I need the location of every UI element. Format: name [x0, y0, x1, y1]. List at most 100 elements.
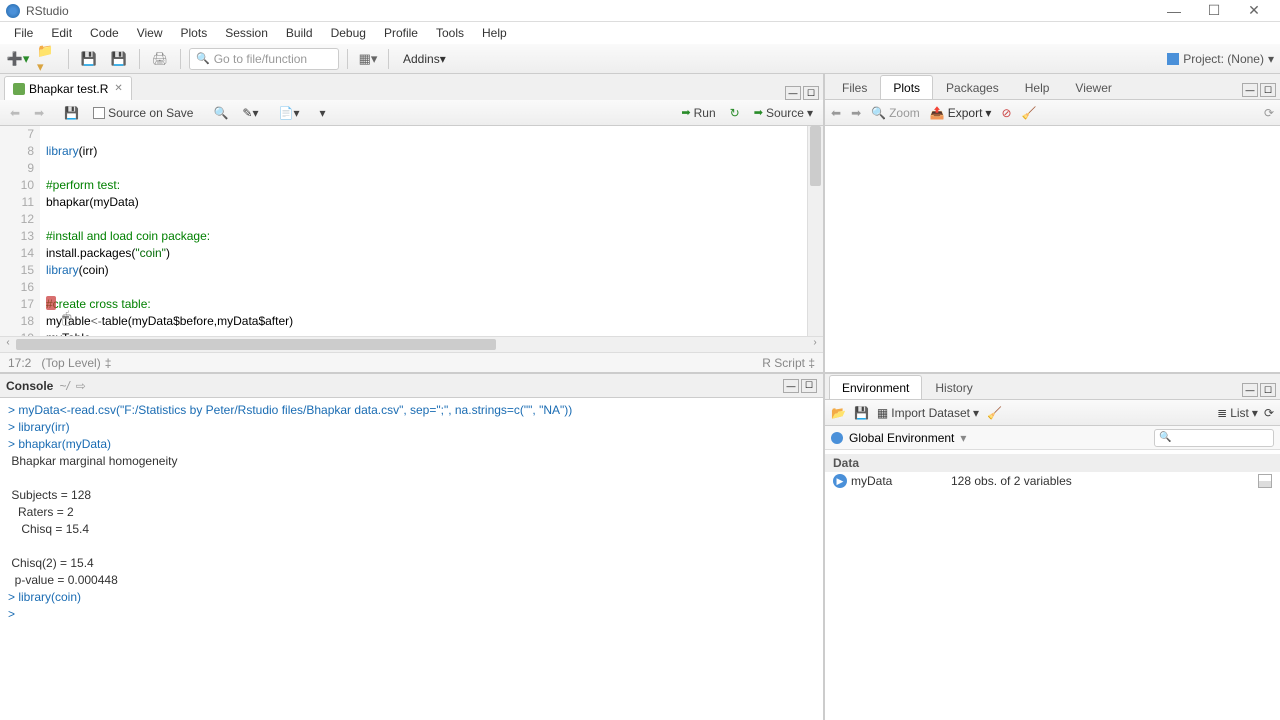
open-folder-button[interactable]: 📁▾: [36, 48, 60, 70]
vertical-scrollbar[interactable]: [807, 126, 823, 336]
remove-plot-button[interactable]: ⊘: [1001, 106, 1011, 120]
menu-plots[interactable]: Plots: [173, 24, 216, 42]
env-row[interactable]: ▶ myData 128 obs. of 2 variables: [825, 472, 1280, 490]
maximize-pane-icon[interactable]: ☐: [1260, 383, 1276, 397]
save-all-button[interactable]: 💾: [107, 48, 131, 70]
menubar: File Edit Code View Plots Session Build …: [0, 22, 1280, 44]
menu-debug[interactable]: Debug: [323, 24, 374, 42]
tab-plots[interactable]: Plots: [880, 75, 933, 99]
tab-environment[interactable]: Environment: [829, 375, 922, 399]
app-title: RStudio: [26, 4, 1154, 18]
console-title: Console: [6, 379, 53, 393]
minimize-pane-icon[interactable]: —: [783, 379, 799, 393]
menu-profile[interactable]: Profile: [376, 24, 426, 42]
minimize-pane-icon[interactable]: —: [1242, 83, 1258, 97]
left-column: Bhapkar test.R ✕ — ☐ ⬅ ➡ 💾 Source on Sav…: [0, 74, 825, 720]
expand-icon[interactable]: ▶: [833, 474, 847, 488]
menu-edit[interactable]: Edit: [43, 24, 80, 42]
rstudio-logo-icon: [6, 4, 20, 18]
main-area: Bhapkar test.R ✕ — ☐ ⬅ ➡ 💾 Source on Sav…: [0, 74, 1280, 720]
cursor-icon: [46, 296, 56, 310]
clear-plots-button[interactable]: 🧹: [1022, 106, 1037, 120]
scroll-thumb[interactable]: [16, 339, 496, 350]
new-file-button[interactable]: ➕▾: [6, 48, 30, 70]
separator: [388, 49, 389, 69]
code-area[interactable]: library(irr) #perform test: bhapkar(myDa…: [40, 126, 807, 336]
scroll-right-icon[interactable]: ›: [807, 337, 823, 352]
import-dataset-button[interactable]: ▦ Import Dataset ▾: [877, 406, 979, 420]
scroll-left-icon[interactable]: ‹: [0, 337, 16, 352]
source-status-bar: 17:2 (Top Level) ‡ R Script ‡: [0, 352, 823, 372]
menu-file[interactable]: File: [6, 24, 41, 42]
scope-selector[interactable]: (Top Level) ‡: [41, 356, 111, 370]
cwd-arrow-icon[interactable]: ⇨: [76, 379, 86, 393]
menu-session[interactable]: Session: [217, 24, 276, 42]
source-tab[interactable]: Bhapkar test.R ✕: [4, 76, 132, 100]
save-env-button[interactable]: 💾: [854, 406, 869, 420]
run-button[interactable]: ➡Run: [677, 104, 719, 122]
maximize-pane-icon[interactable]: ☐: [801, 379, 817, 393]
console-pane: Console ~/ ⇨ — ☐ > myData<-read.csv("F:/…: [0, 374, 823, 720]
language-selector[interactable]: R Script ‡: [762, 356, 815, 370]
source-button[interactable]: ➡Source ▾: [750, 104, 817, 122]
separator: [68, 49, 69, 69]
plot-next-button[interactable]: ➡: [851, 106, 861, 120]
right-column: Files Plots Packages Help Viewer — ☐ ⬅ ➡…: [825, 74, 1280, 720]
save-button[interactable]: 💾: [77, 48, 101, 70]
plots-pane: Files Plots Packages Help Viewer — ☐ ⬅ ➡…: [825, 74, 1280, 374]
source-toolbar: ⬅ ➡ 💾 Source on Save 🔍 ✎▾ 📄▾ ▾ ➡Run ↻: [0, 100, 823, 126]
maximize-pane-icon[interactable]: ☐: [1260, 83, 1276, 97]
minimize-button[interactable]: —: [1154, 3, 1194, 19]
env-search-input[interactable]: 🔍: [1154, 429, 1274, 447]
console-cwd: ~/: [59, 379, 69, 393]
env-scope-label[interactable]: Global Environment: [849, 431, 954, 445]
tools-button[interactable]: ▦▾: [356, 48, 380, 70]
rerun-button[interactable]: ↻: [726, 104, 744, 122]
console-body[interactable]: > myData<-read.csv("F:/Statistics by Pet…: [0, 398, 823, 720]
find-button[interactable]: 🔍: [209, 104, 232, 122]
list-view-button[interactable]: ≣ List ▾: [1217, 406, 1258, 420]
menu-view[interactable]: View: [129, 24, 171, 42]
wand-button[interactable]: ✎▾: [238, 104, 262, 122]
forward-button[interactable]: ➡: [30, 104, 48, 122]
close-button[interactable]: ✕: [1234, 2, 1274, 19]
goto-file-input[interactable]: Go to file/function: [189, 48, 339, 70]
source-on-save-checkbox[interactable]: Source on Save: [89, 104, 197, 122]
print-button[interactable]: 🖨: [148, 48, 172, 70]
maximize-pane-icon[interactable]: ☐: [803, 86, 819, 100]
env-var-value: 128 obs. of 2 variables: [951, 474, 1258, 488]
more-button[interactable]: ▾: [315, 104, 329, 122]
menu-build[interactable]: Build: [278, 24, 321, 42]
refresh-env-button[interactable]: ⟳: [1264, 406, 1274, 420]
zoom-button[interactable]: 🔍 Zoom: [871, 106, 920, 120]
minimize-pane-icon[interactable]: —: [785, 86, 801, 100]
save-source-button[interactable]: 💾: [60, 104, 83, 122]
export-button[interactable]: 📤 Export ▾: [930, 106, 992, 120]
maximize-button[interactable]: ☐: [1194, 2, 1234, 19]
back-button[interactable]: ⬅: [6, 104, 24, 122]
run-arrow-icon: ➡: [681, 106, 690, 119]
project-menu[interactable]: Project: (None) ▾: [1167, 52, 1274, 66]
refresh-plots-button[interactable]: ⟳: [1264, 106, 1274, 120]
plots-toolbar: ⬅ ➡ 🔍 Zoom 📤 Export ▾ ⊘ 🧹 ⟳: [825, 100, 1280, 126]
tab-packages[interactable]: Packages: [933, 75, 1012, 99]
tab-viewer[interactable]: Viewer: [1062, 75, 1124, 99]
tab-help[interactable]: Help: [1012, 75, 1063, 99]
separator: [180, 49, 181, 69]
scroll-thumb[interactable]: [810, 126, 821, 186]
horizontal-scrollbar[interactable]: ‹ ›: [0, 336, 823, 352]
tab-history[interactable]: History: [922, 375, 985, 399]
editor[interactable]: 7891011121314151617181920 library(irr) #…: [0, 126, 823, 336]
close-tab-icon[interactable]: ✕: [114, 83, 122, 94]
addins-menu[interactable]: Addins ▾: [397, 52, 452, 66]
menu-tools[interactable]: Tools: [428, 24, 472, 42]
menu-code[interactable]: Code: [82, 24, 127, 42]
clear-env-button[interactable]: 🧹: [987, 406, 1002, 420]
menu-help[interactable]: Help: [474, 24, 515, 42]
knit-button[interactable]: 📄▾: [275, 104, 304, 122]
plot-prev-button[interactable]: ⬅: [831, 106, 841, 120]
minimize-pane-icon[interactable]: —: [1242, 383, 1258, 397]
open-env-button[interactable]: 📂: [831, 406, 846, 420]
tab-files[interactable]: Files: [829, 75, 880, 99]
view-data-icon[interactable]: [1258, 474, 1272, 488]
